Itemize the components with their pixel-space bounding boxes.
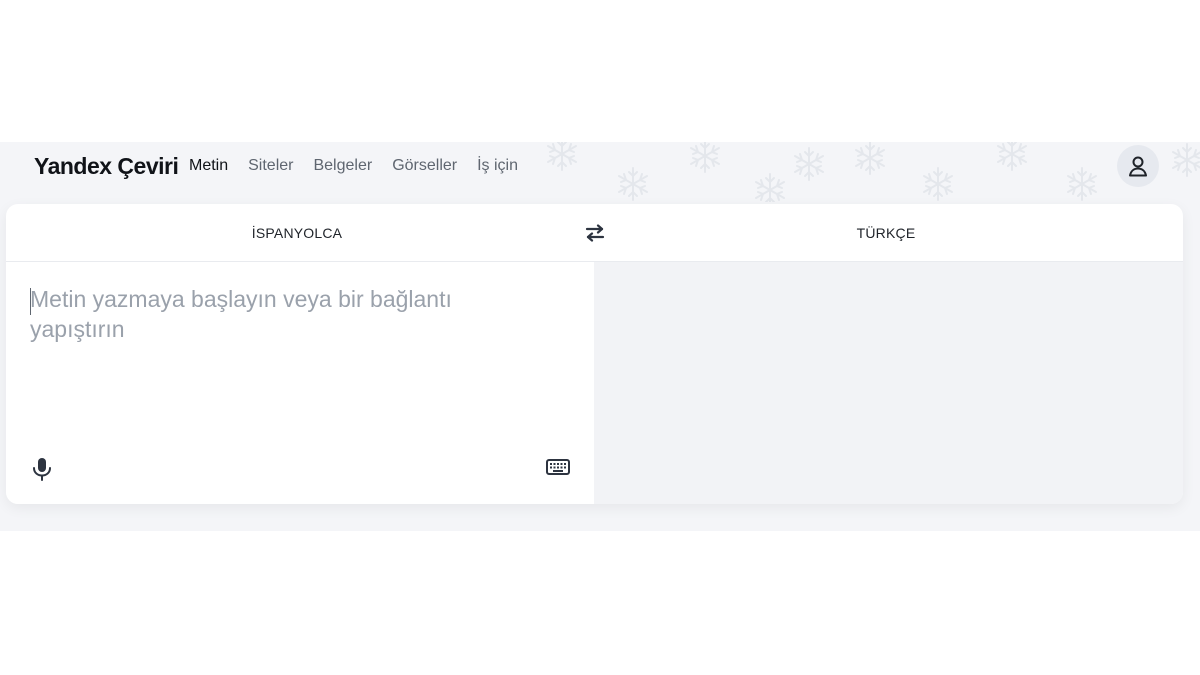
microphone-icon[interactable]: [31, 457, 53, 481]
nav-item-belgeler[interactable]: Belgeler: [313, 154, 372, 178]
app-logo[interactable]: Yandex Çeviri: [34, 151, 179, 181]
source-panel: Metin yazmaya başlayın veya bir bağlantı…: [6, 262, 594, 504]
swap-arrows-icon: [585, 224, 605, 242]
source-text-input[interactable]: Metin yazmaya başlayın veya bir bağlantı…: [30, 284, 530, 414]
swap-languages-button[interactable]: [581, 219, 609, 247]
keyboard-icon[interactable]: [546, 458, 570, 476]
nav-item-is-icin[interactable]: İş için: [477, 154, 518, 178]
text-caret: [30, 288, 31, 315]
top-header: Yandex Çeviri Metin Siteler Belgeler Gör…: [0, 142, 1200, 202]
nav-item-gorseller[interactable]: Görseller: [392, 154, 457, 178]
user-icon: [1129, 156, 1147, 177]
target-language-selector[interactable]: TÜRKÇE: [786, 222, 986, 244]
nav-item-metin[interactable]: Metin: [189, 154, 228, 178]
main-nav: Metin Siteler Belgeler Görseller İş için: [189, 154, 538, 178]
source-language-selector[interactable]: İSPANYOLCA: [197, 222, 397, 244]
user-avatar-button[interactable]: [1117, 145, 1159, 187]
language-bar: İSPANYOLCA TÜRKÇE: [6, 204, 1183, 262]
translation-card: İSPANYOLCA TÜRKÇE Metin yazmaya başlayın…: [6, 204, 1183, 504]
translator-app: Yandex Çeviri Metin Siteler Belgeler Gör…: [0, 142, 1200, 531]
nav-item-siteler[interactable]: Siteler: [248, 154, 293, 178]
translation-output-panel[interactable]: [594, 262, 1183, 504]
